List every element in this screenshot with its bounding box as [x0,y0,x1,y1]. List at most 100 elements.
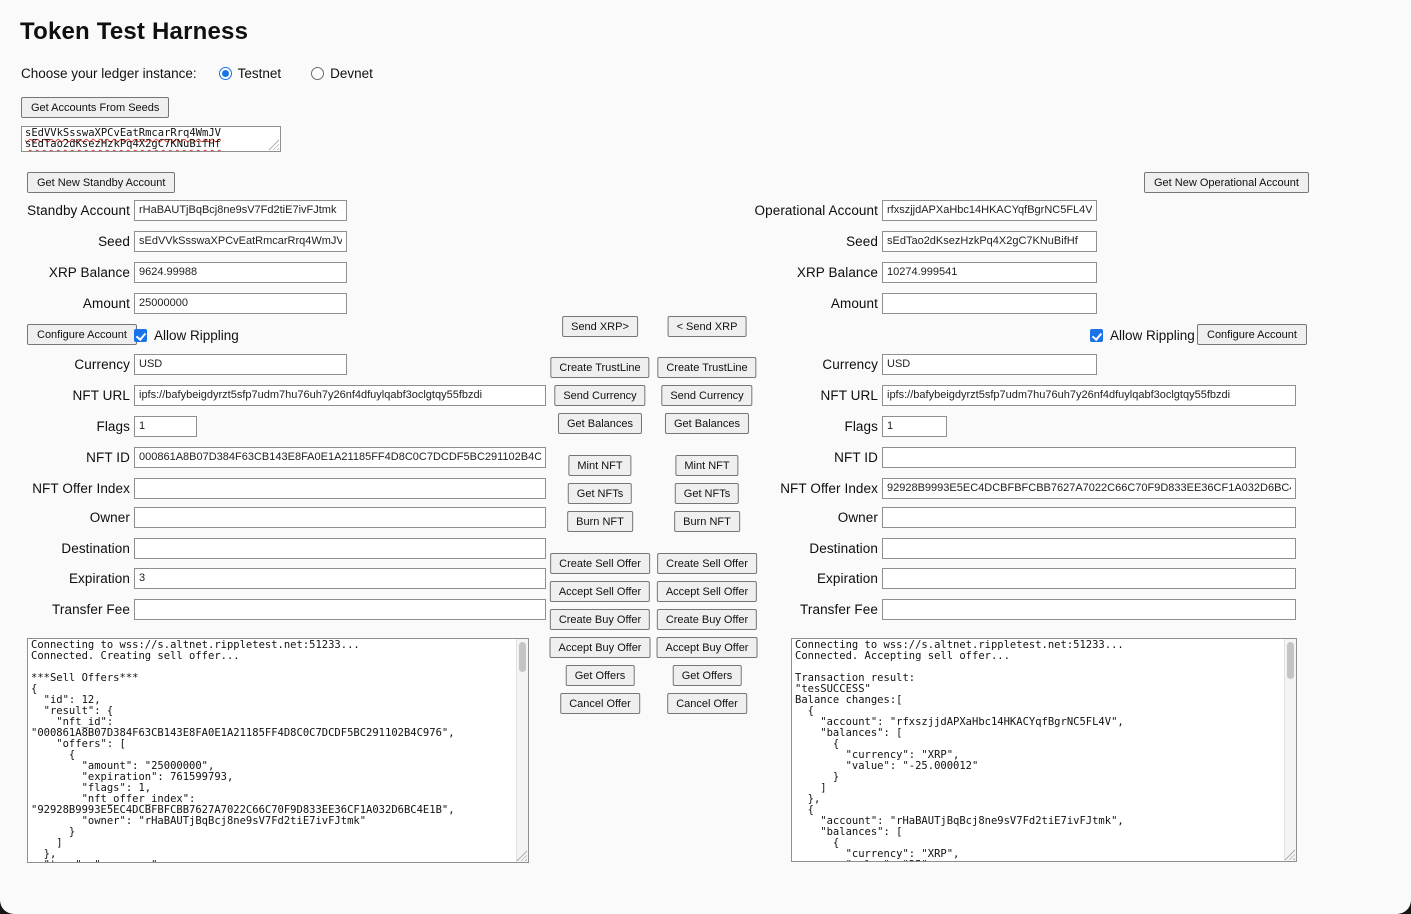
standby-seed-input[interactable] [134,231,347,252]
standby-burn-nft-button[interactable]: Burn NFT [567,511,633,532]
op-xrp-balance-row: XRP Balance [748,261,1097,283]
standby-nft-id-input[interactable] [134,447,546,468]
op-console-scrollbar-thumb[interactable] [1287,642,1294,679]
standby-accept-sell-offer-button[interactable]: Accept Sell Offer [550,581,650,602]
standby-send-currency-button[interactable]: Send Currency [554,385,645,406]
standby-nft-url-input[interactable] [134,385,546,406]
op-console-scrollbar[interactable] [1284,639,1296,861]
op-flags-input[interactable] [882,416,947,437]
ledger-chooser: Choose your ledger instance: Testnet Dev… [21,64,403,82]
op-get-nfts-button[interactable]: Get NFTs [675,483,739,504]
op-owner-row: Owner [748,506,1296,528]
op-transfer-fee-input[interactable] [882,599,1296,620]
page-background: Token Test Harness Choose your ledger in… [0,0,1411,914]
get-accounts-from-seeds-button[interactable]: Get Accounts From Seeds [21,97,169,118]
standby-get-offers-button[interactable]: Get Offers [566,665,635,686]
standby-seed-label: Seed [0,234,134,249]
op-amount-label: Amount [748,296,882,311]
standby-allow-rippling-row: Allow Rippling [134,328,239,343]
op-currency-input[interactable] [882,354,1097,375]
op-nft-url-label: NFT URL [748,388,882,403]
seeds-textarea[interactable]: sEdVVkSsswaXPCvEatRmcarRrq4WmJV sEdTao2d… [21,126,281,152]
standby-expiration-row: Expiration [0,567,546,589]
standby-currency-input[interactable] [134,354,347,375]
op-nft-url-input[interactable] [882,385,1296,406]
op-seed-input[interactable] [882,231,1097,252]
op-amount-input[interactable] [882,293,1097,314]
standby-flags-row: Flags [0,415,197,437]
standby-get-nfts-button[interactable]: Get NFTs [568,483,632,504]
op-nft-offer-index-row: NFT Offer Index [748,477,1296,499]
op-cancel-offer-button[interactable]: Cancel Offer [667,693,747,714]
get-new-standby-account-button[interactable]: Get New Standby Account [27,172,175,193]
standby-create-buy-offer-button[interactable]: Create Buy Offer [550,609,650,630]
op-mint-nft-button[interactable]: Mint NFT [675,455,738,476]
op-nft-offer-index-input[interactable] [882,478,1296,499]
standby-create-trustline-button[interactable]: Create TrustLine [550,357,649,378]
op-send-currency-button[interactable]: Send Currency [661,385,752,406]
op-get-offers-button[interactable]: Get Offers [673,665,742,686]
op-burn-nft-button[interactable]: Burn NFT [674,511,740,532]
op-expiration-row: Expiration [748,567,1296,589]
op-nft-id-label: NFT ID [748,450,882,465]
standby-flags-label: Flags [0,419,134,434]
op-currency-label: Currency [748,357,882,372]
standby-nft-url-label: NFT URL [0,388,134,403]
standby-mint-nft-button[interactable]: Mint NFT [568,455,631,476]
op-create-trustline-button[interactable]: Create TrustLine [657,357,756,378]
standby-account-input[interactable] [134,200,347,221]
op-flags-row: Flags [748,415,947,437]
op-allow-rippling-checkbox[interactable] [1090,329,1103,342]
standby-transfer-fee-input[interactable] [134,599,546,620]
op-configure-account-button[interactable]: Configure Account [1197,324,1307,345]
op-currency-row: Currency [748,353,1097,375]
op-owner-label: Owner [748,510,882,525]
op-destination-input[interactable] [882,538,1296,559]
op-send-xrp-button[interactable]: < Send XRP [668,316,747,337]
devnet-radio-label[interactable]: Devnet [330,66,373,81]
get-new-operational-account-button[interactable]: Get New Operational Account [1144,172,1309,193]
standby-nft-offer-index-row: NFT Offer Index [0,477,546,499]
devnet-radio[interactable] [311,67,324,80]
standby-accept-buy-offer-button[interactable]: Accept Buy Offer [550,637,651,658]
testnet-radio-label[interactable]: Testnet [238,66,282,81]
op-accept-sell-offer-button[interactable]: Accept Sell Offer [657,581,757,602]
standby-account-row: Standby Account [0,199,347,221]
standby-expiration-input[interactable] [134,568,546,589]
standby-destination-input[interactable] [134,538,546,559]
standby-console-text: Connecting to wss://s.altnet.rippletest.… [31,640,515,863]
testnet-radio[interactable] [219,67,232,80]
op-accept-buy-offer-button[interactable]: Accept Buy Offer [657,637,758,658]
standby-console-textarea[interactable]: Connecting to wss://s.altnet.rippletest.… [27,638,529,863]
standby-console-scrollbar[interactable] [516,639,528,862]
standby-configure-account-button[interactable]: Configure Account [27,324,137,345]
standby-nft-offer-index-input[interactable] [134,478,546,499]
standby-create-sell-offer-button[interactable]: Create Sell Offer [550,553,650,574]
standby-send-xrp-button[interactable]: Send XRP> [562,316,638,337]
standby-cancel-offer-button[interactable]: Cancel Offer [560,693,640,714]
standby-destination-label: Destination [0,541,134,556]
standby-nft-id-row: NFT ID [0,446,546,468]
op-console-textarea[interactable]: Connecting to wss://s.altnet.rippletest.… [791,638,1297,862]
standby-flags-input[interactable] [134,416,197,437]
op-owner-input[interactable] [882,507,1296,528]
op-expiration-input[interactable] [882,568,1296,589]
op-seed-label: Seed [748,234,882,249]
op-get-balances-button[interactable]: Get Balances [665,413,749,434]
standby-get-balances-button[interactable]: Get Balances [558,413,642,434]
standby-xrp-balance-input[interactable] [134,262,347,283]
standby-console-scrollbar-thumb[interactable] [519,642,526,672]
op-nft-id-row: NFT ID [748,446,1296,468]
op-account-input[interactable] [882,200,1097,221]
standby-amount-input[interactable] [134,293,347,314]
op-create-sell-offer-button[interactable]: Create Sell Offer [657,553,757,574]
standby-owner-input[interactable] [134,507,546,528]
op-console-text: Connecting to wss://s.altnet.rippletest.… [795,640,1283,862]
op-create-buy-offer-button[interactable]: Create Buy Offer [657,609,757,630]
op-nft-id-input[interactable] [882,447,1296,468]
standby-allow-rippling-checkbox[interactable] [134,329,147,342]
standby-destination-row: Destination [0,537,546,559]
ledger-chooser-label: Choose your ledger instance: [21,66,197,81]
op-xrp-balance-input[interactable] [882,262,1097,283]
page-title: Token Test Harness [20,18,248,46]
